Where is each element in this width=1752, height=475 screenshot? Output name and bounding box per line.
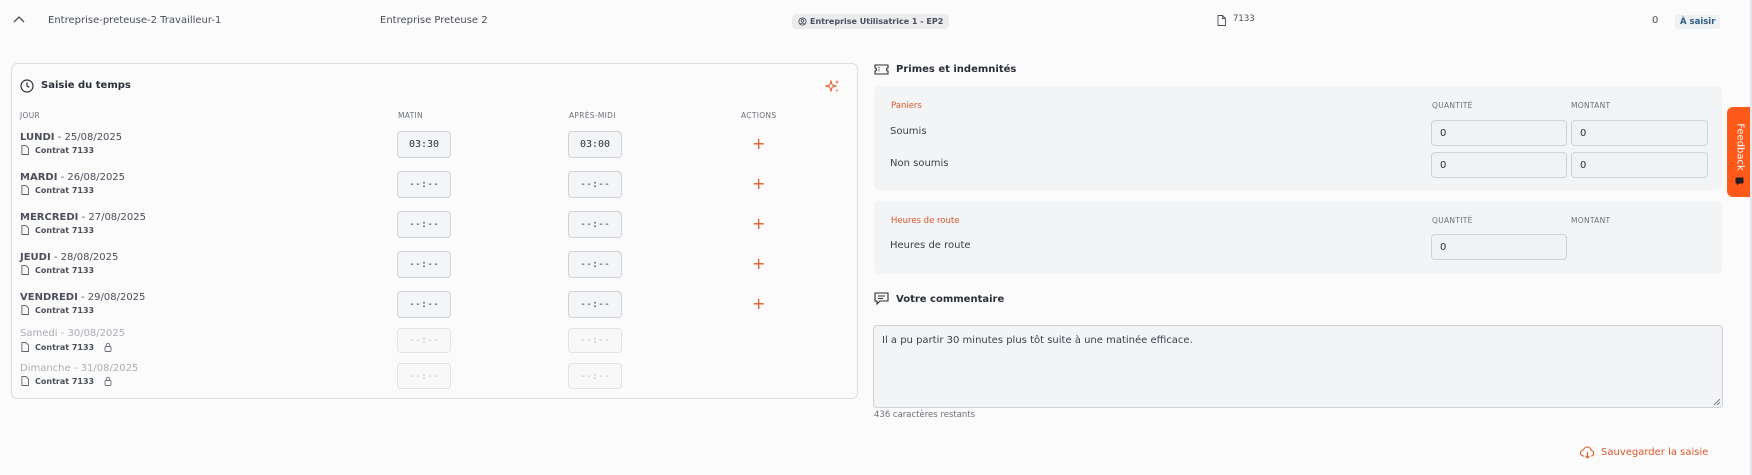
contract-line: Contrat 7133 — [21, 145, 94, 155]
comment-title: Votre commentaire — [896, 294, 1005, 305]
route-card — [874, 201, 1722, 274]
day-label: MERCREDI - 27/08/2025 — [20, 212, 146, 223]
day-label: MARDI - 26/08/2025 — [20, 172, 126, 183]
afternoon-time-input[interactable]: --:-- — [568, 171, 622, 198]
afternoon-time-input[interactable]: --:-- — [568, 251, 622, 278]
route-col-quantity: QUANTITÉ — [1432, 216, 1473, 225]
route-row-label: Heures de route — [890, 240, 971, 251]
add-entry-button[interactable]: + — [752, 296, 765, 312]
resize-handle-icon[interactable] — [1713, 398, 1721, 406]
morning-time-input: --:-- — [397, 363, 451, 389]
add-entry-button[interactable]: + — [752, 136, 765, 152]
document-icon — [21, 265, 29, 275]
day-label: Dimanche - 31/08/2025 — [20, 363, 139, 374]
contract-label: Contrat 7133 — [35, 305, 95, 315]
sparkles-icon[interactable] — [825, 79, 840, 94]
morning-time-input[interactable]: --:-- — [397, 251, 451, 278]
route-section-label: Heures de route — [891, 216, 960, 226]
feedback-label: Feedback — [1734, 123, 1745, 171]
feedback-icon — [1735, 177, 1744, 186]
paniers-section-label: Paniers — [891, 101, 922, 111]
afternoon-time-input[interactable]: --:-- — [568, 291, 622, 318]
contract-label: Contrat 7133 — [35, 342, 95, 352]
day-label: Samedi - 30/08/2025 — [20, 328, 126, 339]
comment-text: Il a pu partir 30 minutes plus tôt suite… — [882, 335, 1193, 346]
status-badge: À saisir — [1675, 15, 1721, 29]
contract-doc-icon — [1217, 15, 1226, 26]
morning-time-input[interactable]: --:-- — [397, 291, 451, 318]
contract-label: Contrat 7133 — [35, 265, 95, 275]
morning-time-input[interactable]: --:-- — [397, 171, 451, 198]
morning-time-input[interactable]: --:-- — [397, 211, 451, 238]
route-quantity-input[interactable]: 0 — [1431, 234, 1567, 260]
day-label: JEUDI - 28/08/2025 — [20, 252, 119, 263]
time-entry-title: Saisie du temps — [41, 80, 131, 91]
entry-count: 0 — [1652, 15, 1659, 26]
user-company-chip: Entreprise Utilisatrice 1 - EP2 — [792, 14, 950, 29]
document-icon — [21, 225, 29, 235]
contract-line: Contrat 7133 — [21, 305, 94, 315]
non-soumis-label: Non soumis — [890, 158, 949, 169]
col-header-day: JOUR — [20, 111, 41, 120]
contract-line: Contrat 7133 — [21, 185, 94, 195]
afternoon-time-input[interactable]: --:-- — [568, 211, 622, 238]
lock-icon — [104, 342, 112, 352]
col-header-afternoon: APRÈS-MIDI — [569, 111, 616, 120]
user-company-label: Entreprise Utilisatrice 1 - EP2 — [810, 17, 944, 26]
lock-icon — [104, 376, 112, 386]
ticket-icon — [874, 64, 889, 75]
day-label: LUNDI - 25/08/2025 — [20, 132, 123, 143]
document-icon — [21, 185, 29, 195]
contract-line: Contrat 7133 — [21, 225, 94, 235]
contract-label: Contrat 7133 — [35, 225, 95, 235]
contract-label: Contrat 7133 — [35, 376, 95, 386]
comment-textarea[interactable]: Il a pu partir 30 minutes plus tôt suite… — [873, 325, 1723, 408]
document-icon — [21, 145, 29, 155]
document-icon — [21, 376, 29, 386]
save-button[interactable]: Sauvegarder la saisie — [1580, 446, 1708, 459]
lender-company: Entreprise Preteuse 2 — [380, 15, 488, 26]
contract-number: 7133 — [1233, 14, 1255, 24]
non-soumis-amount-input[interactable]: 0 — [1571, 152, 1708, 178]
day-label: VENDREDI - 29/08/2025 — [20, 292, 146, 303]
company-icon — [798, 17, 807, 26]
soumis-label: Soumis — [890, 126, 927, 137]
non-soumis-quantity-input[interactable]: 0 — [1431, 152, 1567, 178]
paniers-col-quantity: QUANTITÉ — [1432, 101, 1473, 110]
document-icon — [21, 342, 29, 352]
add-entry-button[interactable]: + — [752, 256, 765, 272]
morning-time-input: --:-- — [397, 328, 451, 353]
save-label: Sauvegarder la saisie — [1601, 447, 1709, 458]
paniers-col-amount: MONTANT — [1571, 101, 1611, 110]
route-col-amount: MONTANT — [1571, 216, 1611, 225]
cloud-download-icon — [1580, 446, 1595, 459]
chars-remaining: 436 caractères restants — [874, 410, 976, 420]
afternoon-time-input: --:-- — [568, 363, 622, 389]
bonuses-title: Primes et indemnités — [896, 64, 1017, 75]
add-entry-button[interactable]: + — [752, 216, 765, 232]
clock-icon — [20, 79, 34, 93]
afternoon-time-input: --:-- — [568, 328, 622, 353]
worker-name: Entreprise-preteuse-2 Travailleur-1 — [48, 15, 222, 26]
soumis-quantity-input[interactable]: 0 — [1431, 120, 1567, 146]
document-icon — [21, 305, 29, 315]
morning-time-input[interactable]: 03:30 — [397, 131, 451, 158]
feedback-tab[interactable]: Feedback — [1727, 107, 1752, 197]
afternoon-time-input[interactable]: 03:00 — [568, 131, 622, 158]
collapse-chevron-icon[interactable] — [13, 15, 25, 23]
contract-label: Contrat 7133 — [35, 185, 95, 195]
contract-line: Contrat 7133 — [21, 342, 112, 352]
col-header-morning: MATIN — [398, 111, 423, 120]
col-header-actions: ACTIONS — [741, 111, 777, 120]
contract-label: Contrat 7133 — [35, 145, 95, 155]
contract-line: Contrat 7133 — [21, 376, 112, 386]
comment-icon — [874, 292, 889, 305]
add-entry-button[interactable]: + — [752, 176, 765, 192]
soumis-amount-input[interactable]: 0 — [1571, 120, 1708, 146]
contract-line: Contrat 7133 — [21, 265, 94, 275]
